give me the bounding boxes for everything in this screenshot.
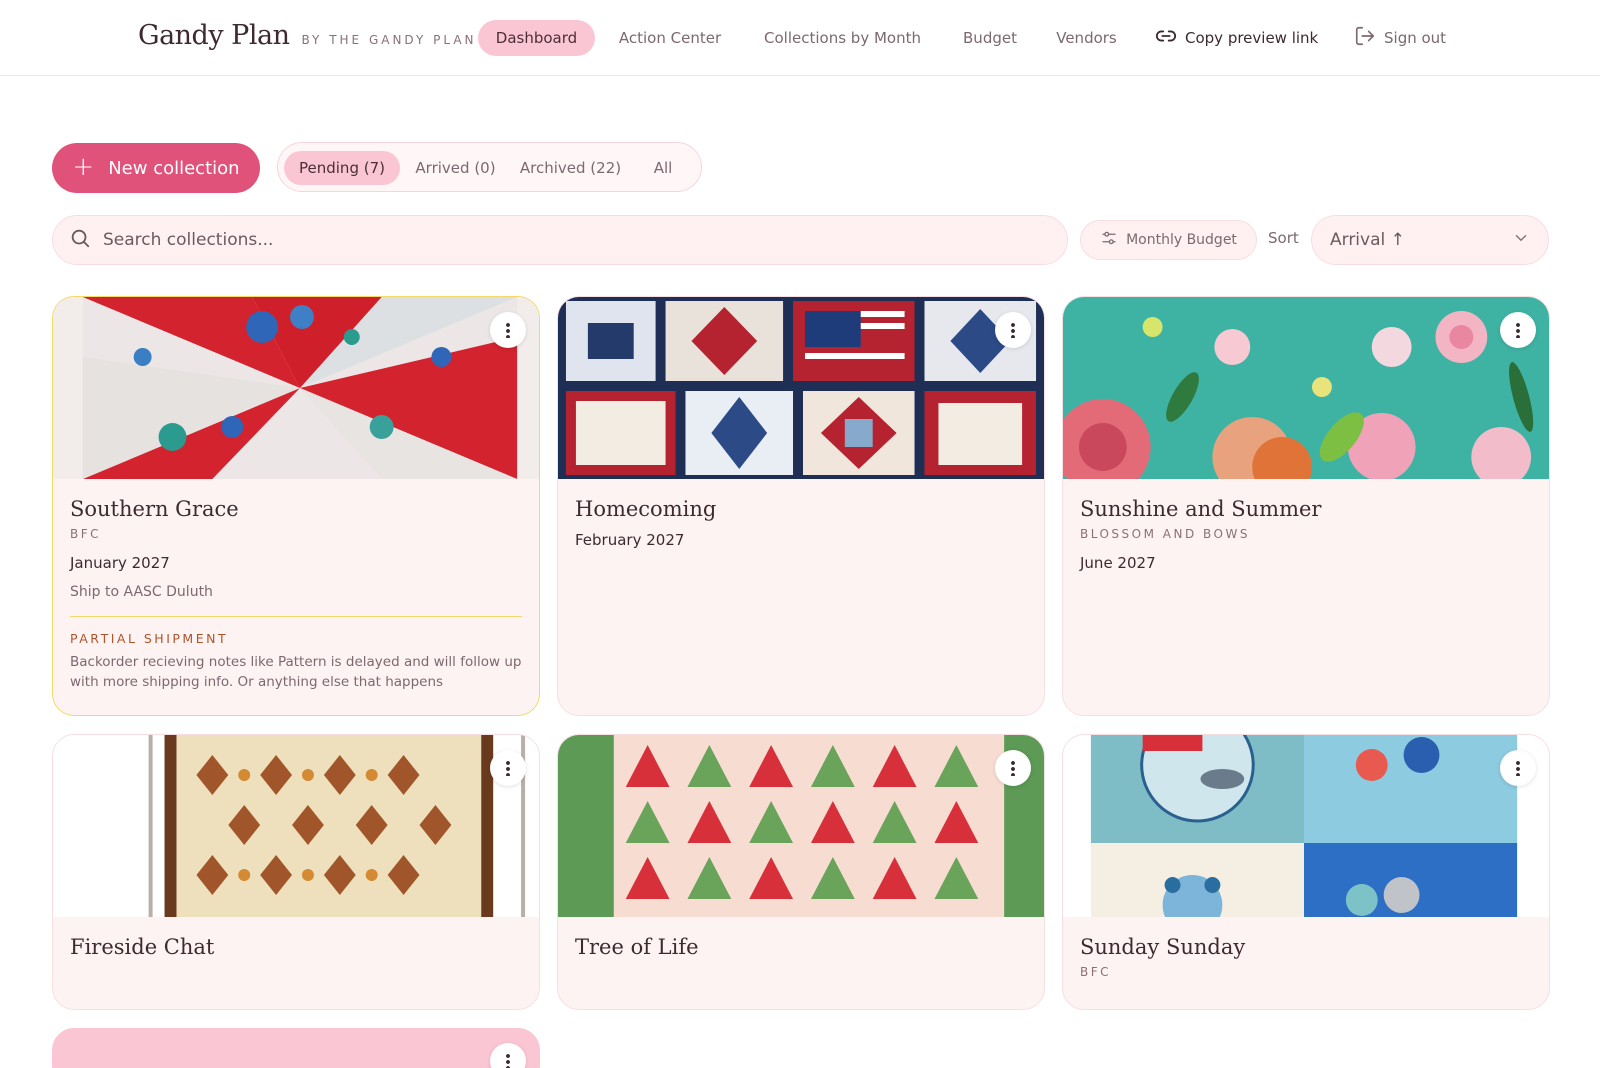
search-input[interactable] xyxy=(103,230,1003,250)
more-options-button[interactable] xyxy=(1500,750,1536,786)
more-options-button[interactable] xyxy=(490,312,526,348)
tab-all[interactable]: All xyxy=(638,151,688,185)
nav-vendors[interactable]: Vendors xyxy=(1040,20,1133,56)
collection-date: January 2027 xyxy=(70,554,170,572)
nav-collections-by-month[interactable]: Collections by Month xyxy=(745,20,940,56)
collection-card[interactable] xyxy=(52,1028,540,1068)
kebab-icon xyxy=(506,1053,510,1068)
copy-preview-link-button[interactable]: Copy preview link xyxy=(1155,26,1318,50)
nav-budget[interactable]: Budget xyxy=(950,20,1030,56)
more-options-button[interactable] xyxy=(995,312,1031,348)
more-options-button[interactable] xyxy=(1500,312,1536,348)
collection-card[interactable]: Sunday Sunday BFC xyxy=(1062,734,1550,1010)
search-bar xyxy=(52,215,1068,265)
card-details: Sunday Sunday BFC xyxy=(1080,935,1532,979)
tab-archived[interactable]: Archived (22) xyxy=(513,151,628,185)
kebab-icon xyxy=(1516,760,1520,776)
kebab-icon xyxy=(506,760,510,776)
more-options-button[interactable] xyxy=(490,750,526,786)
collection-card[interactable]: Tree of Life xyxy=(557,734,1045,1010)
collection-vendor: BLOSSOM AND BOWS xyxy=(1080,527,1250,541)
sort-label: Sort xyxy=(1268,229,1299,247)
sort-value: Arrival ↑ xyxy=(1330,230,1405,250)
copy-preview-link-label: Copy preview link xyxy=(1185,29,1319,47)
kebab-icon xyxy=(1011,760,1015,776)
tab-arrived[interactable]: Arrived (0) xyxy=(408,151,503,185)
sign-out-label: Sign out xyxy=(1384,29,1447,47)
card-details: Southern Grace BFC January 2027 Ship to … xyxy=(70,497,522,692)
divider xyxy=(70,616,522,617)
tab-pending[interactable]: Pending (7) xyxy=(284,151,400,185)
monthly-budget-button[interactable]: Monthly Budget xyxy=(1080,220,1257,260)
brand-name: Gandy Plan xyxy=(138,20,290,51)
collection-card[interactable]: Southern Grace BFC January 2027 Ship to … xyxy=(52,296,540,716)
collection-title: Sunshine and Summer xyxy=(1080,497,1322,521)
collection-vendor: BFC xyxy=(70,527,102,541)
more-options-button[interactable] xyxy=(995,750,1031,786)
chevron-down-icon xyxy=(1512,229,1530,252)
collection-title: Tree of Life xyxy=(575,935,699,959)
collection-title: Fireside Chat xyxy=(70,935,215,959)
more-options-button[interactable] xyxy=(490,1043,526,1068)
search-icon xyxy=(69,227,91,253)
brand[interactable]: Gandy Plan BY THE GANDY PLAN xyxy=(138,20,477,51)
collection-image xyxy=(53,735,539,917)
new-collection-button[interactable]: + New collection xyxy=(52,143,260,193)
collection-image xyxy=(53,297,539,479)
sliders-icon xyxy=(1100,229,1118,251)
collection-date: February 2027 xyxy=(575,531,685,549)
nav-action-center[interactable]: Action Center xyxy=(605,20,735,56)
collection-image xyxy=(1063,735,1549,917)
collection-card[interactable]: Homecoming February 2027 xyxy=(557,296,1045,716)
collection-title: Homecoming xyxy=(575,497,717,521)
status-filter-tabs: Pending (7) Arrived (0) Archived (22) Al… xyxy=(277,142,702,192)
shipment-status-label: PARTIAL SHIPMENT xyxy=(70,631,229,646)
plus-icon: + xyxy=(72,152,95,182)
kebab-icon xyxy=(1516,322,1520,338)
new-collection-label: New collection xyxy=(108,157,240,179)
top-navigation: Gandy Plan BY THE GANDY PLAN Dashboard A… xyxy=(0,0,1600,76)
card-details: Sunshine and Summer BLOSSOM AND BOWS Jun… xyxy=(1080,497,1532,572)
kebab-icon xyxy=(506,322,510,338)
collection-image xyxy=(558,735,1044,917)
nav-dashboard[interactable]: Dashboard xyxy=(478,20,595,56)
sign-out-button[interactable]: Sign out xyxy=(1354,26,1446,50)
sort-select[interactable]: Arrival ↑ xyxy=(1311,215,1549,265)
ship-to: Ship to AASC Duluth xyxy=(70,584,213,600)
collection-title: Sunday Sunday xyxy=(1080,935,1246,959)
card-details: Homecoming February 2027 xyxy=(575,497,1027,549)
logout-icon xyxy=(1354,25,1376,51)
collection-image xyxy=(558,297,1044,479)
collection-vendor: BFC xyxy=(1080,965,1112,979)
shipment-note: Backorder recieving notes like Pattern i… xyxy=(70,654,522,690)
collection-image xyxy=(1063,297,1549,479)
link-icon xyxy=(1155,25,1177,51)
brand-tagline: BY THE GANDY PLAN xyxy=(301,33,477,47)
collection-card[interactable]: Fireside Chat xyxy=(52,734,540,1010)
card-details: Fireside Chat xyxy=(70,935,522,959)
monthly-budget-label: Monthly Budget xyxy=(1126,232,1237,248)
collection-title: Southern Grace xyxy=(70,497,239,521)
collection-card[interactable]: Sunshine and Summer BLOSSOM AND BOWS Jun… xyxy=(1062,296,1550,716)
card-details: Tree of Life xyxy=(575,935,1027,959)
kebab-icon xyxy=(1011,322,1015,338)
collection-date: June 2027 xyxy=(1080,554,1156,572)
